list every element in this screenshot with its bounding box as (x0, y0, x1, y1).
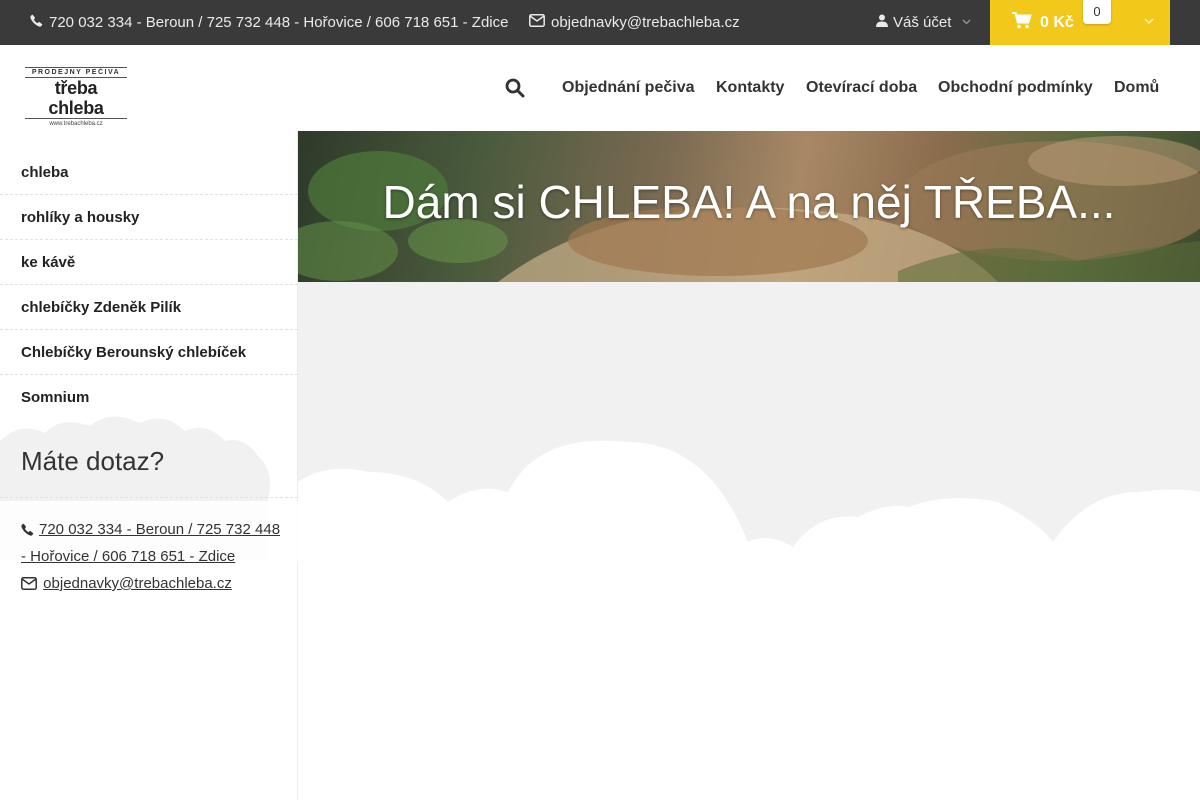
chevron-down-icon (962, 17, 971, 28)
logo-tagline: PRODEJNY PEČIVA (25, 67, 127, 78)
category-item[interactable]: rohlíky a housky (0, 195, 298, 240)
user-icon (876, 14, 888, 31)
account-menu[interactable]: Váš účet (876, 0, 971, 45)
sidebar-email: objednavky@trebachleba.cz (21, 571, 281, 598)
site-logo[interactable]: PRODEJNY PEČIVA třeba chleba www.trebach… (25, 67, 127, 127)
content-area (298, 282, 1200, 800)
nav-item-obchodni-podminky[interactable]: Obchodní podmínky (938, 79, 1093, 97)
logo-name: třeba chleba (48, 78, 104, 118)
cart-button[interactable]: 0 Kč 0 (990, 0, 1170, 45)
search-icon[interactable] (505, 78, 527, 100)
nav-item-oteviraci-doba[interactable]: Otevírací doba (806, 79, 917, 97)
main-content: Dám si CHLEBA! A na něj TŘEBA... (298, 131, 1200, 800)
phone-icon (21, 519, 35, 544)
sidebar-phone: 720 032 334 - Beroun / 725 732 448 - Hoř… (21, 517, 281, 569)
shopping-cart-icon (1012, 12, 1032, 33)
topbar-email[interactable]: objednavky@trebachleba.cz (529, 0, 740, 45)
banner-title: Dám si CHLEBA! A na něj TŘEBA... (382, 176, 1116, 228)
envelope-icon (529, 14, 545, 31)
topbar-phone[interactable]: 720 032 334 - Beroun / 725 732 448 - Hoř… (30, 0, 508, 45)
nav-item-objednani[interactable]: Objednání pečiva (562, 79, 694, 97)
category-item[interactable]: Somnium (0, 375, 298, 420)
topbar-email-text: objednavky@trebachleba.cz (551, 14, 740, 31)
phone-icon (30, 14, 43, 31)
cloud-decoration (298, 440, 1200, 800)
topbar-phone-text: 720 032 334 - Beroun / 725 732 448 - Hoř… (49, 14, 509, 31)
chevron-down-icon (1144, 16, 1154, 27)
category-item[interactable]: chlebíčky Zdeněk Pilík (0, 285, 298, 330)
cart-count-badge: 0 (1083, 0, 1111, 24)
site-header: PRODEJNY PEČIVA třeba chleba www.trebach… (0, 45, 1200, 131)
envelope-icon (21, 573, 37, 598)
hero-banner: Dám si CHLEBA! A na něj TŘEBA... (298, 131, 1200, 282)
cart-total: 0 Kč (1040, 13, 1074, 31)
divider (0, 497, 298, 498)
sidebar: chleba rohlíky a housky ke kávě chlebíčk… (0, 131, 298, 800)
category-list: chleba rohlíky a housky ke kávě chlebíčk… (0, 150, 298, 420)
top-bar: 720 032 334 - Beroun / 725 732 448 - Hoř… (0, 0, 1200, 45)
nav-item-kontakty[interactable]: Kontakty (716, 79, 784, 97)
question-heading: Máte dotaz? (21, 446, 165, 476)
sidebar-phone-link[interactable]: 720 032 334 - Beroun / 725 732 448 - Hoř… (21, 521, 280, 565)
logo-url: www.trebachleba.cz (25, 118, 127, 128)
category-item[interactable]: chleba (0, 150, 298, 195)
category-item[interactable]: Chlebíčky Berounský chlebíček (0, 330, 298, 375)
category-item[interactable]: ke kávě (0, 240, 298, 285)
account-label: Váš účet (893, 14, 952, 31)
sidebar-email-link[interactable]: objednavky@trebachleba.cz (43, 575, 232, 592)
nav-item-domu[interactable]: Domů (1114, 79, 1159, 97)
